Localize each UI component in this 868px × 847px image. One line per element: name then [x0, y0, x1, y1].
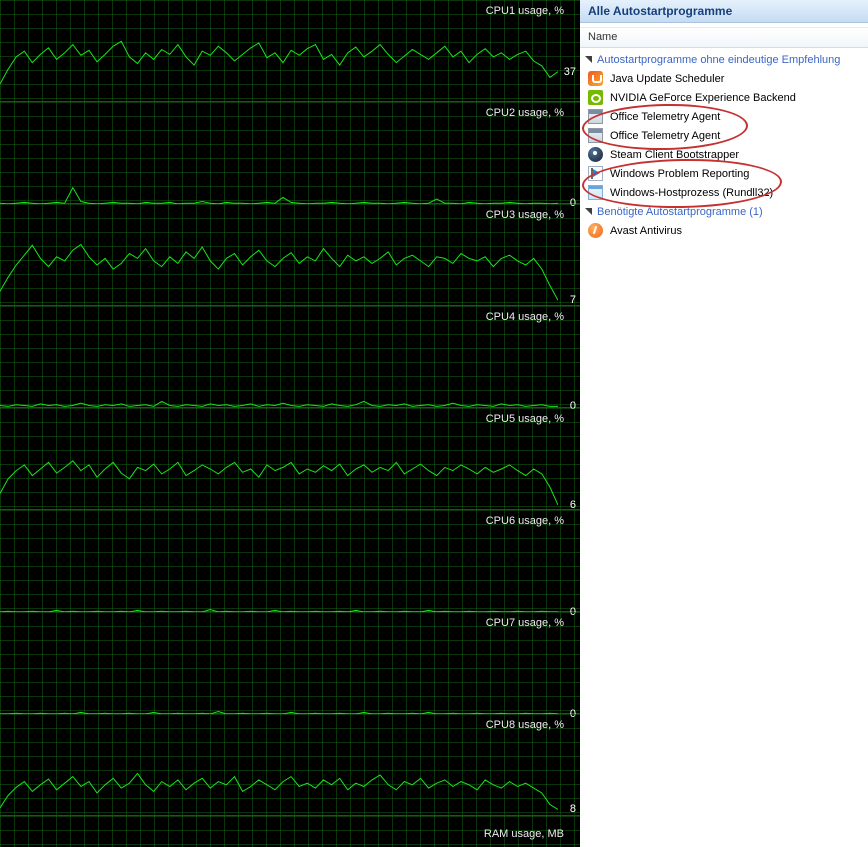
office-icon: [588, 109, 603, 124]
cpu1-panel: CPU1 usage, % 37: [0, 0, 580, 102]
cpu8-current-value: 8: [569, 803, 576, 816]
startup-item[interactable]: Java Update Scheduler: [580, 69, 868, 88]
cpu3-panel-title: CPU3 usage, %: [485, 209, 564, 221]
cpu2-panel: CPU2 usage, %0: [0, 102, 580, 209]
item-label: NVIDIA GeForce Experience Backend: [610, 91, 796, 104]
cpu2-panel-title: CPU2 usage, %: [485, 107, 564, 119]
cpu1-current-value: 37: [563, 65, 576, 78]
cpu8-panel: CPU8 usage, % 8: [0, 714, 580, 816]
java-icon: [588, 71, 603, 86]
autostart-panel: Alle Autostartprogramme Name Autostartpr…: [580, 0, 868, 847]
cpu5-panel-title: CPU5 usage, %: [485, 413, 564, 425]
item-label: Office Telemetry Agent: [610, 129, 721, 142]
collapse-triangle-icon[interactable]: [585, 208, 592, 215]
startup-item[interactable]: Office Telemetry Agent: [580, 107, 868, 126]
item-label: Windows Problem Reporting: [610, 167, 750, 180]
cpu8-panel-title: CPU8 usage, %: [485, 719, 564, 731]
item-label: Office Telemetry Agent: [610, 110, 721, 123]
cpu1-graph-line: [0, 40, 558, 85]
rundll-icon: [588, 185, 603, 200]
cpu3-graph-line: [0, 243, 558, 301]
cpu-usage-monitor: CPU1 usage, % 37 CPU2 usage, %0CPU3 usage,…: [0, 0, 580, 847]
cpu5-panel: CPU5 usage, % 6: [0, 408, 580, 511]
steam-icon: [588, 147, 603, 162]
cpu1-panel-title: CPU1 usage, %: [485, 5, 564, 17]
nvidia-icon: [588, 90, 603, 105]
panel-title: Alle Autostartprogramme: [580, 0, 868, 23]
cpu4-panel: CPU4 usage, % 0: [0, 306, 580, 412]
group-header[interactable]: Autostartprogramme ohne eindeutige Empfe…: [580, 50, 868, 69]
cpu3-panel: CPU3 usage, % 7: [0, 204, 580, 306]
startup-list: Autostartprogramme ohne eindeutige Empfe…: [580, 48, 868, 240]
avast-icon: [588, 223, 603, 238]
column-header-label: Name: [588, 31, 618, 43]
cpu4-panel-title: CPU4 usage, %: [485, 311, 564, 323]
cpu7-panel-title: CPU7 usage, %: [485, 617, 564, 629]
column-header-name[interactable]: Name: [580, 27, 868, 48]
cpu4-graph-line: [0, 400, 558, 407]
item-label: Java Update Scheduler: [610, 72, 725, 85]
startup-item[interactable]: Avast Antivirus: [580, 221, 868, 240]
group-label: Autostartprogramme ohne eindeutige Empfe…: [597, 53, 841, 66]
screen: CPU1 usage, % 37 CPU2 usage, %0CPU3 usage,…: [0, 0, 868, 847]
group-header[interactable]: Benötigte Autostartprogramme (1): [580, 202, 868, 221]
report-icon: [588, 166, 603, 181]
cpu5-graph-line: [0, 460, 558, 506]
item-label: Windows-Hostprozess (Rundll32): [610, 186, 774, 199]
item-label: Steam Client Bootstrapper: [610, 148, 740, 161]
cpu2-graph-line: [0, 186, 558, 204]
startup-item[interactable]: Windows Problem Reporting: [580, 164, 868, 183]
ram-panel: RAM usage, MB: [0, 816, 580, 847]
cpu3-current-value: 7: [569, 294, 576, 307]
startup-item[interactable]: Windows-Hostprozess (Rundll32): [580, 183, 868, 202]
cpu6-panel: CPU6 usage, %0: [0, 510, 580, 618]
startup-item[interactable]: Office Telemetry Agent: [580, 126, 868, 145]
cpu8-graph-line: [0, 772, 558, 810]
startup-item[interactable]: Steam Client Bootstrapper: [580, 145, 868, 164]
collapse-triangle-icon[interactable]: [585, 56, 592, 63]
group-label: Benötigte Autostartprogramme (1): [597, 205, 763, 218]
item-label: Avast Antivirus: [610, 224, 682, 237]
cpu6-panel-title: CPU6 usage, %: [485, 515, 564, 527]
startup-item[interactable]: NVIDIA GeForce Experience Backend: [580, 88, 868, 107]
office-icon: [588, 128, 603, 143]
cpu7-panel: CPU7 usage, %0: [0, 612, 580, 720]
